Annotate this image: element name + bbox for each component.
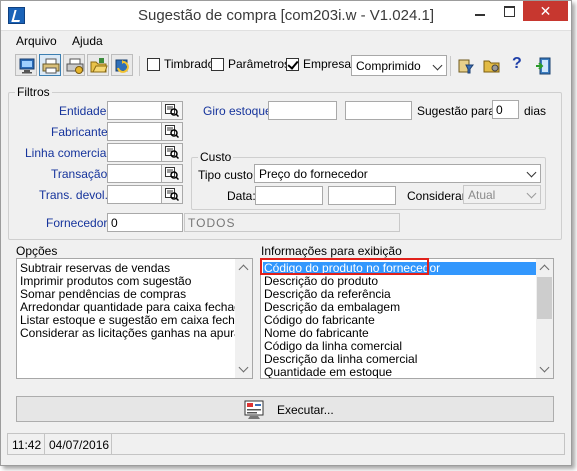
parametros-checkbox-box[interactable]	[211, 58, 224, 71]
executar-button[interactable]: Executar...	[16, 396, 554, 422]
lookup-icon	[165, 146, 179, 159]
menu-ajuda[interactable]: Ajuda	[72, 34, 103, 48]
considerar-value: Atual	[468, 188, 496, 202]
status-divider	[44, 434, 45, 454]
folder-tools-icon[interactable]	[480, 54, 502, 76]
timbrado-checkbox-box[interactable]	[147, 58, 160, 71]
fornecedor-field[interactable]: 0	[107, 213, 183, 232]
lookup-icon	[165, 188, 179, 201]
data-from-field[interactable]	[255, 186, 323, 205]
lookup-icon	[165, 104, 179, 117]
fornecedor-description: TODOS	[184, 213, 400, 232]
executar-label: Executar...	[277, 403, 334, 417]
trans-devol-lookup-button[interactable]	[161, 185, 183, 204]
giro-estoque-from-field[interactable]	[268, 101, 337, 120]
opcoes-list[interactable]: Subtrair reservas de vendas Imprimir pro…	[16, 258, 253, 379]
help-glyph: ?	[512, 55, 522, 72]
sugestao-para-label: Sugestão para:	[417, 104, 499, 118]
sugestao-dias-value: 0	[496, 103, 503, 117]
fabricante-label: Fabricante:	[51, 125, 112, 139]
help-icon[interactable]: ?	[506, 54, 528, 76]
considerar-label: Considerar:	[407, 189, 470, 203]
scroll-down-icon[interactable]	[536, 361, 553, 378]
highlight-annotation	[260, 258, 429, 275]
transacao-lookup-button[interactable]	[161, 164, 183, 183]
status-time: 11:42	[12, 438, 42, 452]
tipo-custo-value: Preço do fornecedor	[259, 167, 368, 181]
lookup-icon	[165, 125, 179, 138]
data-label: Data:	[227, 189, 256, 203]
maximize-button[interactable]	[495, 1, 523, 21]
data-to-field[interactable]	[328, 186, 396, 205]
toolbar: Timbrado Parâmetros Empresa Comprimido ?	[1, 52, 571, 78]
title-bar: Sugestão de compra [com203i.w - V1.024.1…	[1, 1, 571, 31]
info-scrollbar[interactable]	[536, 259, 553, 378]
trans-devol-label: Trans. devol.:	[39, 188, 112, 202]
run-report-icon	[244, 400, 264, 419]
list-item[interactable]: Considerar as licitações ganhas na apura…	[20, 327, 252, 340]
print-format-select[interactable]: Comprimido	[351, 55, 447, 76]
considerar-select[interactable]: Atual	[463, 185, 541, 204]
chevron-down-icon	[526, 167, 537, 178]
tipo-custo-label: Tipo custo:	[198, 168, 257, 182]
monitor-icon[interactable]	[15, 54, 37, 76]
linha-comercial-label: Linha comercial:	[25, 146, 113, 160]
menu-bar: Arquivo Ajuda	[1, 32, 571, 50]
trans-devol-field[interactable]	[107, 185, 162, 204]
refresh-icon[interactable]	[111, 54, 133, 76]
toolbar-separator	[139, 56, 140, 76]
transacao-field[interactable]	[107, 164, 162, 183]
scroll-up-icon[interactable]	[235, 259, 252, 276]
filter-icon[interactable]	[454, 54, 476, 76]
entidade-field[interactable]	[107, 101, 162, 120]
entidade-label: Entidade:	[59, 104, 110, 118]
status-bar: 11:42 04/07/2016	[7, 433, 565, 455]
opcoes-scrollbar[interactable]	[235, 259, 252, 378]
empresa-checkbox-box[interactable]	[286, 58, 299, 71]
linha-comercial-field[interactable]	[107, 143, 162, 162]
printer-setup-icon[interactable]	[63, 54, 85, 76]
empresa-label: Empresa	[303, 57, 352, 71]
open-folder-icon[interactable]	[87, 54, 109, 76]
giro-estoque-label: Giro estoque:	[203, 104, 276, 118]
sugestao-dias-field[interactable]: 0	[492, 100, 519, 119]
printer-icon[interactable]	[39, 54, 61, 76]
linha-comercial-lookup-button[interactable]	[161, 143, 183, 162]
transacao-label: Transação:	[51, 167, 111, 181]
print-format-value: Comprimido	[356, 59, 421, 73]
timbrado-label: Timbrado	[164, 57, 215, 71]
list-item[interactable]: Quantidade em estoque	[264, 366, 392, 379]
menu-arquivo[interactable]: Arquivo	[16, 34, 57, 48]
scroll-down-icon[interactable]	[235, 361, 252, 378]
status-divider	[111, 434, 112, 454]
toolbar-separator	[450, 56, 451, 76]
scroll-up-icon[interactable]	[536, 259, 553, 276]
close-button[interactable]: ✕	[523, 1, 568, 21]
lookup-icon	[165, 167, 179, 180]
entidade-lookup-button[interactable]	[161, 101, 183, 120]
custo-title: Custo	[198, 150, 234, 164]
info-list[interactable]: Código do produto no fornecedor Descriçã…	[260, 258, 554, 379]
parametros-label: Parâmetros	[228, 57, 291, 71]
minimize-button[interactable]	[465, 1, 495, 21]
giro-estoque-to-field[interactable]	[345, 101, 412, 120]
status-date: 04/07/2016	[49, 438, 110, 452]
chevron-down-icon	[432, 60, 443, 71]
fabricante-field[interactable]	[107, 122, 162, 141]
fornecedor-value: 0	[111, 216, 118, 230]
app-window: Sugestão de compra [com203i.w - V1.024.1…	[0, 0, 572, 466]
scroll-thumb[interactable]	[537, 277, 552, 319]
tipo-custo-select[interactable]: Preço do fornecedor	[254, 164, 541, 183]
filtros-title: Filtros	[15, 85, 52, 99]
fabricante-lookup-button[interactable]	[161, 122, 183, 141]
exit-icon[interactable]	[532, 54, 554, 76]
dias-label: dias	[524, 104, 547, 118]
opcoes-title: Opções	[16, 244, 58, 258]
info-title: Informações para exibição	[261, 244, 402, 258]
chevron-down-icon	[526, 188, 537, 199]
fornecedor-desc-value: TODOS	[188, 216, 236, 230]
fornecedor-label: Fornecedor:	[46, 216, 111, 230]
